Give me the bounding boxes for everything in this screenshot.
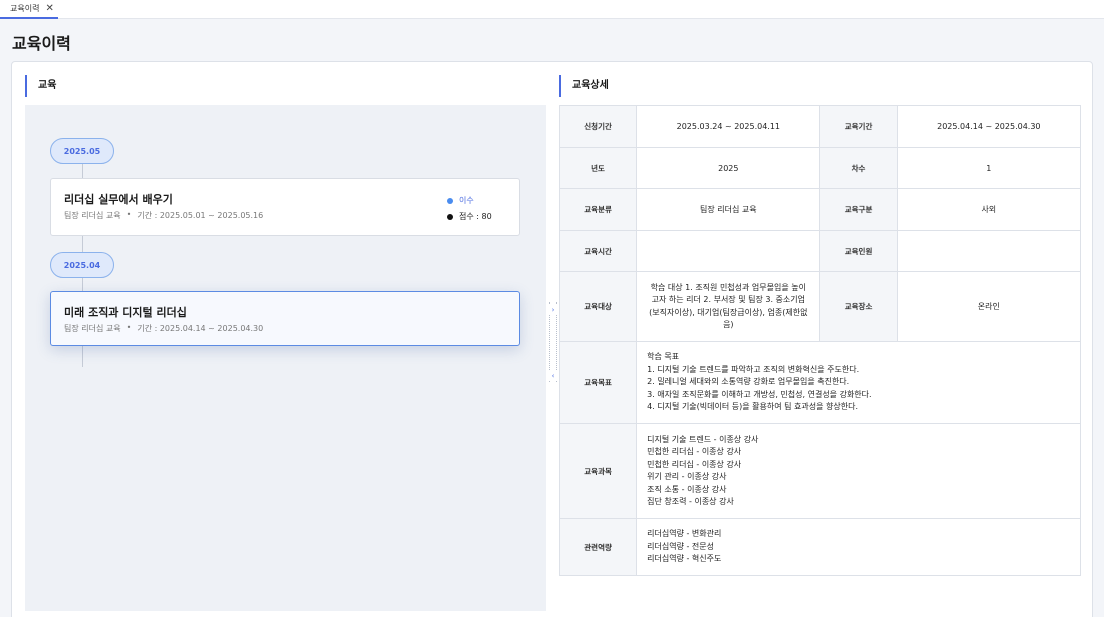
edu-hours-label: 교육시간 <box>558 230 638 272</box>
edu-period-label: 교육기간 <box>819 105 898 148</box>
tab-label: 교육이력 <box>10 4 40 13</box>
table-row: 교육시간 교육인원 <box>558 230 1082 272</box>
completion-status: 이수 <box>447 195 493 206</box>
score-dot-icon <box>447 213 453 220</box>
main-card: 교육 교육상세 2025.05 리더십 실무에서 배우기 팀장 리더십 교육 •… <box>11 61 1093 617</box>
course-title: 리더십 실무에서 배우기 <box>64 193 173 206</box>
table-row: 교육과목 디지털 기술 트렌드 - 이종상 강사 민첩한 리더십 - 이종상 강… <box>558 423 1081 519</box>
competency-label: 관련역량 <box>558 518 638 576</box>
score-label: 점수 : 80 <box>459 212 492 221</box>
course-meta: 팀장 리더십 교육 • 기간 : 2025.05.01 ~ 2025.05.16 <box>64 210 263 221</box>
table-row: 신청기간 2025.03.24 ~ 2025.04.11 교육기간 2025.0… <box>558 105 1082 148</box>
chevron-right-icon[interactable]: › <box>549 305 557 315</box>
course-period: 기간 : 2025.05.01 ~ 2025.05.16 <box>137 211 264 220</box>
edu-count-value <box>896 230 1082 272</box>
course-card[interactable]: 리더십 실무에서 배우기 팀장 리더십 교육 • 기간 : 2025.05.01… <box>50 178 520 236</box>
apply-period-value: 2025.03.24 ~ 2025.04.11 <box>636 105 821 148</box>
table-row: 교육분류 팀장 리더십 교육 교육구분 사외 <box>558 188 1082 231</box>
tab-bar: 교육이력 ✕ <box>0 0 1104 19</box>
course-list-label: 교육과목 <box>558 423 638 519</box>
detail-table: 신청기간 2025.03.24 ~ 2025.04.11 교육기간 2025.0… <box>558 105 1082 576</box>
score: 점수 : 80 <box>447 211 493 222</box>
year-label: 년도 <box>558 147 638 189</box>
table-row: 년도 2025 차수 1 <box>558 147 1082 189</box>
chevron-left-icon[interactable]: ‹ <box>549 371 557 381</box>
edu-type-label: 교육구분 <box>819 188 898 231</box>
target-label: 교육대상 <box>558 271 638 342</box>
round-label: 차수 <box>819 147 898 189</box>
close-icon[interactable]: ✕ <box>45 3 53 14</box>
course-category: 팀장 리더십 교육 <box>64 324 121 333</box>
place-label: 교육장소 <box>819 271 898 342</box>
course-card-selected[interactable]: 미래 조직과 디지털 리더십 팀장 리더십 교육 • 기간 : 2025.04.… <box>50 291 520 346</box>
table-row: 교육대상 학습 대상 1. 조직원 민첩성과 업무몰입을 높이고자 하는 리더 … <box>558 271 1082 342</box>
round-value: 1 <box>896 147 1082 189</box>
edu-period-value: 2025.04.14 ~ 2025.04.30 <box>896 105 1082 148</box>
status-dot-icon <box>447 197 453 204</box>
place-value: 온라인 <box>896 271 1082 342</box>
course-meta: 팀장 리더십 교육 • 기간 : 2025.04.14 ~ 2025.04.30 <box>64 323 263 334</box>
classification-label: 교육분류 <box>558 188 638 231</box>
course-period: 기간 : 2025.04.14 ~ 2025.04.30 <box>137 324 264 333</box>
year-value: 2025 <box>636 147 821 189</box>
goal-label: 교육목표 <box>558 341 638 424</box>
tab-education-history[interactable]: 교육이력 ✕ <box>0 0 58 19</box>
timeline-panel: 2025.05 리더십 실무에서 배우기 팀장 리더십 교육 • 기간 : 20… <box>25 105 546 611</box>
classification-value: 팀장 리더십 교육 <box>636 188 821 231</box>
edu-type-value: 사외 <box>896 188 1082 231</box>
apply-period-label: 신청기간 <box>558 105 638 148</box>
page-title: 교육이력 <box>12 34 71 53</box>
detail-section-title: 교육상세 <box>559 75 609 97</box>
course-category: 팀장 리더십 교육 <box>64 211 121 220</box>
goal-value: 학습 목표 1. 디지털 기술 트렌드를 파악하고 조직의 변화혁신을 주도한다… <box>636 341 1081 424</box>
course-list-value: 디지털 기술 트렌드 - 이종상 강사 민첩한 리더십 - 이종상 강사 민첩한… <box>636 423 1081 519</box>
competency-value: 리더십역량 - 변화관리 리더십역량 - 전문성 리더십역량 - 혁신주도 <box>636 518 1081 576</box>
date-pill[interactable]: 2025.05 <box>50 138 114 164</box>
edu-hours-value <box>636 230 821 272</box>
education-section-title: 교육 <box>25 75 56 97</box>
date-pill[interactable]: 2025.04 <box>50 252 114 278</box>
edu-count-label: 교육인원 <box>819 230 898 272</box>
separator: • <box>126 323 132 332</box>
separator: • <box>126 210 132 219</box>
table-row: 관련역량 리더십역량 - 변화관리 리더십역량 - 전문성 리더십역량 - 혁신… <box>558 518 1081 576</box>
status-label: 이수 <box>459 196 474 205</box>
target-value: 학습 대상 1. 조직원 민첩성과 업무몰입을 높이고자 하는 리더 2. 부서… <box>636 271 821 342</box>
table-row: 교육목표 학습 목표 1. 디지털 기술 트렌드를 파악하고 조직의 변화혁신을… <box>558 341 1081 424</box>
course-title: 미래 조직과 디지털 리더십 <box>64 306 187 319</box>
